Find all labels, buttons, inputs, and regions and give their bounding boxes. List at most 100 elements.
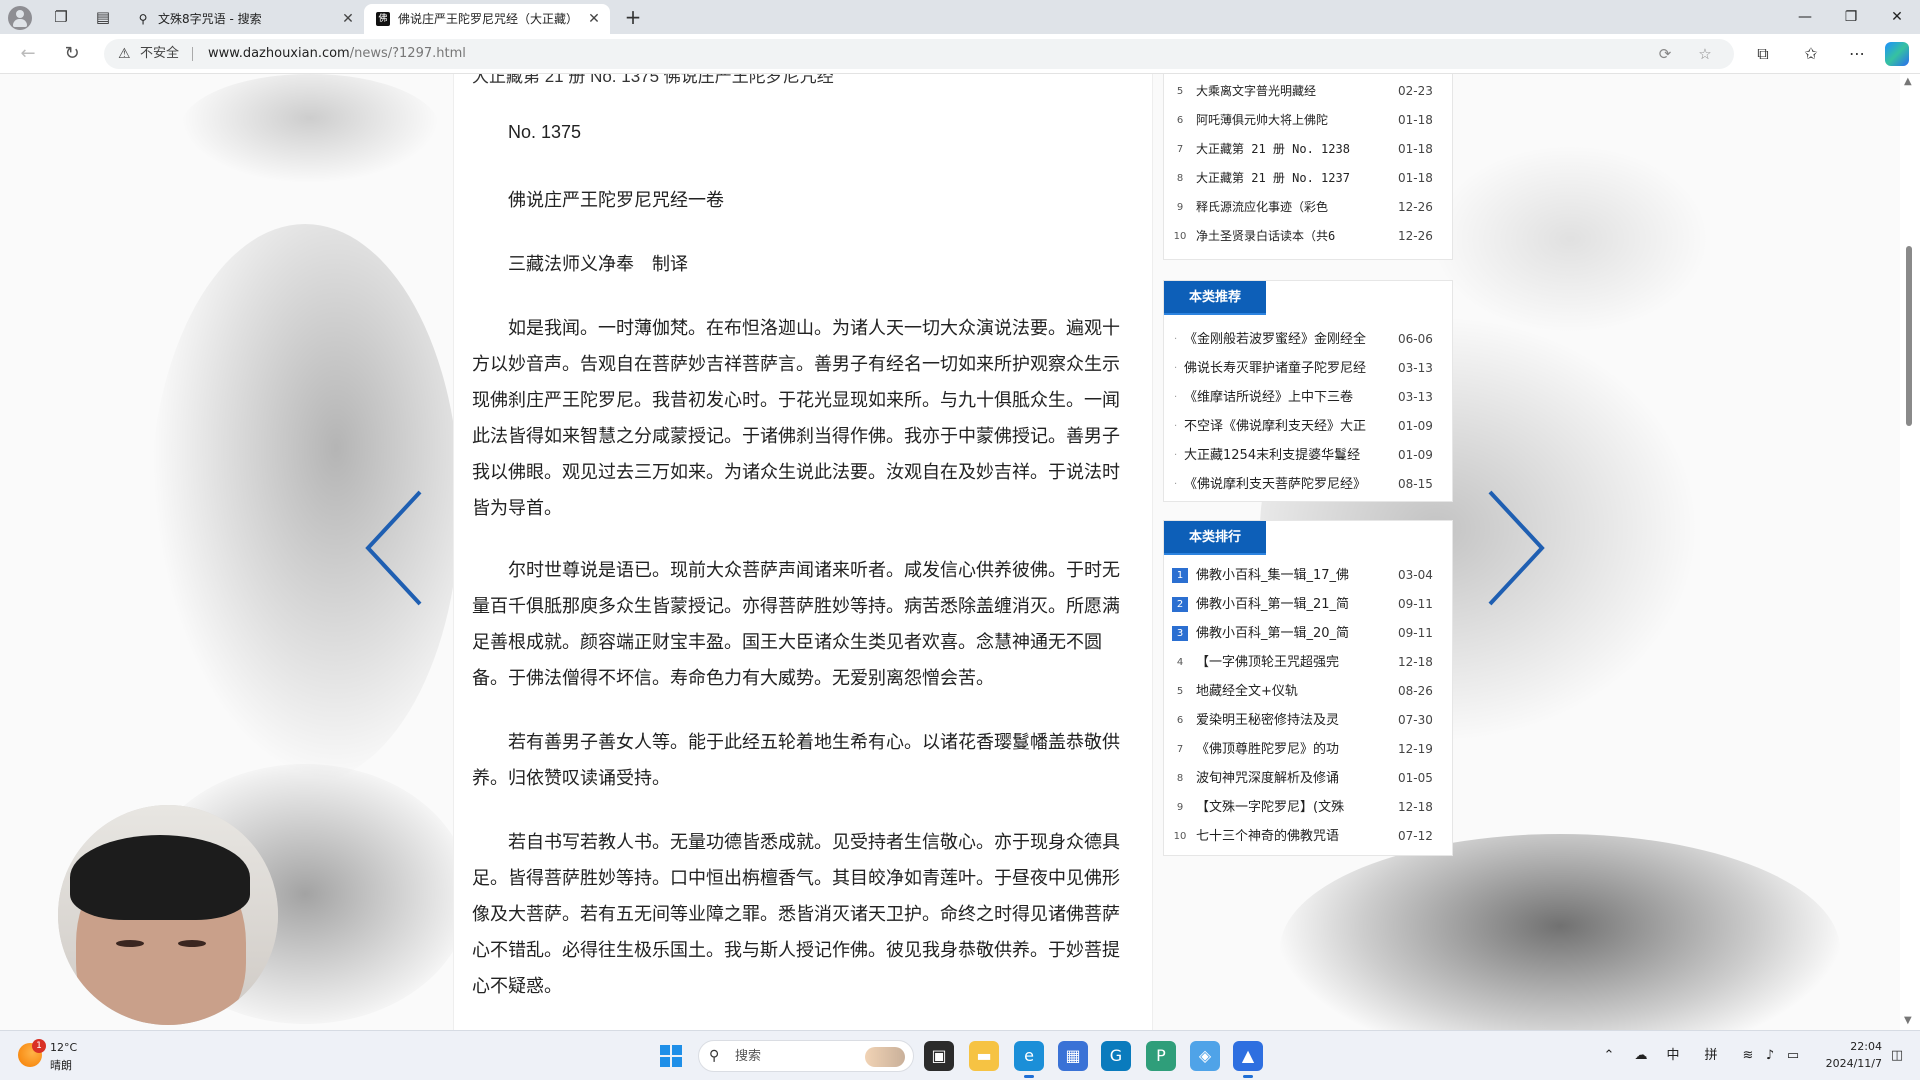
item-title[interactable]: 《佛说摩利支天菩萨陀罗尼经》	[1184, 470, 1384, 499]
list-item[interactable]: · 不空译《佛说摩利支天经》大正 01-09	[1164, 412, 1454, 441]
close-icon[interactable]: ✕	[340, 4, 356, 34]
reload-button[interactable]: ↻	[58, 42, 86, 66]
item-title[interactable]: 大正藏第 21 册 No. 1237	[1196, 164, 1381, 193]
list-item[interactable]: · 《维摩诘所说经》上中下三卷 03-13	[1164, 383, 1454, 412]
list-item[interactable]: 10 七十三个神奇的佛教咒语 07-12	[1164, 822, 1454, 851]
translate-icon[interactable]: ⟳	[1656, 45, 1674, 63]
item-title[interactable]: 不空译《佛说摩利支天经》大正	[1184, 412, 1384, 441]
recommend-box: 本类推荐 · 《金刚般若波罗蜜经》金刚经全 06-06 · 佛说长寿灭罪护诸童子陀罗尼…	[1163, 280, 1453, 502]
volume-icon[interactable]: ♪	[1760, 1045, 1780, 1067]
list-item[interactable]: 9 释氏源流应化事迹（彩色 12-26	[1164, 193, 1454, 222]
list-item[interactable]: 9 【文殊一字陀罗尼】(文殊 12-18	[1164, 793, 1454, 822]
more-options-icon[interactable]: ⋯	[1846, 43, 1868, 65]
edge-browser-icon[interactable]: e	[1014, 1041, 1044, 1078]
item-title[interactable]: 佛教小百科_集一辑_17_佛	[1196, 561, 1381, 590]
scroll-up-icon[interactable]: ▲	[1904, 76, 1912, 87]
item-title[interactable]: 大正藏1254末利支提婆华鬘经	[1184, 441, 1384, 470]
profile-icon[interactable]	[8, 6, 32, 30]
weather-condition[interactable]: 晴朗	[50, 1057, 72, 1073]
extensions-icon[interactable]: ⧉	[1752, 43, 1774, 65]
bullet-icon: ·	[1174, 450, 1178, 461]
list-item[interactable]: 1 佛教小百科_集一辑_17_佛 03-04	[1164, 561, 1454, 590]
address-bar[interactable]: ⚠ 不安全 www.dazhouxian.com/news/?1297.html…	[104, 39, 1734, 69]
list-item[interactable]: · 《佛说摩利支天菩萨陀罗尼经》 08-15	[1164, 470, 1454, 499]
next-arrow-icon[interactable]	[1488, 488, 1548, 608]
scroll-down-icon[interactable]: ▼	[1904, 1015, 1912, 1026]
minimize-button[interactable]: —	[1782, 0, 1828, 34]
app-icon[interactable]: P	[1146, 1041, 1176, 1071]
item-title[interactable]: 净土圣贤录白话读本（共6	[1196, 222, 1381, 251]
task-view-icon[interactable]: ▣	[924, 1041, 954, 1071]
app-icon[interactable]: ◈	[1190, 1041, 1220, 1071]
copilot-icon[interactable]	[1885, 42, 1909, 66]
scrollbar-thumb[interactable]	[1906, 246, 1912, 426]
item-title[interactable]: 释氏源流应化事迹（彩色	[1196, 193, 1381, 222]
favorites-icon[interactable]: ✩	[1800, 43, 1822, 65]
weather-temperature[interactable]: 12°C	[50, 1041, 77, 1054]
tab-article[interactable]: 佛 佛说庄严王陀罗尼咒经（大正藏） ✕	[364, 4, 610, 34]
item-title[interactable]: 【一字佛顶轮王咒超强完	[1196, 648, 1381, 677]
item-title[interactable]: 《佛顶尊胜陀罗尼》的功	[1196, 735, 1381, 764]
list-item[interactable]: 2 佛教小百科_第一辑_21_简 09-11	[1164, 590, 1454, 619]
item-title[interactable]: 佛教小百科_第一辑_21_简	[1196, 590, 1381, 619]
item-title[interactable]: 阿吒薄俱元帅大将上佛陀	[1196, 106, 1381, 135]
list-item[interactable]: 5 大乘离文字普光明藏经 02-23	[1164, 77, 1454, 106]
item-title[interactable]: 佛说长寿灭罪护诸童子陀罗尼经	[1184, 354, 1384, 383]
new-tab-button[interactable]: +	[620, 4, 646, 30]
favorite-star-icon[interactable]: ☆	[1696, 45, 1714, 63]
item-title[interactable]: 爱染明王秘密修持法及灵	[1196, 706, 1381, 735]
item-title[interactable]: 佛教小百科_第一辑_20_简	[1196, 619, 1381, 648]
item-title[interactable]: 七十三个神奇的佛教咒语	[1196, 822, 1381, 851]
item-title[interactable]: 地藏经全文+仪轨	[1196, 677, 1381, 706]
list-item[interactable]: 6 阿吒薄俱元帅大将上佛陀 01-18	[1164, 106, 1454, 135]
item-title[interactable]: 《维摩诘所说经》上中下三卷	[1184, 383, 1384, 412]
tab-title: 文殊8字咒语 - 搜索	[158, 12, 262, 26]
list-item[interactable]: 6 爱染明王秘密修持法及灵 07-30	[1164, 706, 1454, 735]
restore-button[interactable]: ❐	[1828, 0, 1874, 34]
store-icon[interactable]: ▦	[1058, 1041, 1088, 1071]
workspaces-icon[interactable]: ❐	[50, 7, 72, 27]
wifi-icon[interactable]: ≋	[1738, 1045, 1758, 1067]
ime-mode[interactable]: 拼	[1700, 1045, 1722, 1067]
list-item[interactable]: 7 大正藏第 21 册 No. 1238 01-18	[1164, 135, 1454, 164]
start-button[interactable]	[660, 1045, 682, 1067]
item-title[interactable]: 《金刚般若波罗蜜经》金刚经全	[1184, 325, 1384, 354]
list-item[interactable]: 10 净土圣贤录白话读本（共6 12-26	[1164, 222, 1454, 251]
item-title[interactable]: 【文殊一字陀罗尼】(文殊	[1196, 793, 1381, 822]
list-item[interactable]: 4 【一字佛顶轮王咒超强完 12-18	[1164, 648, 1454, 677]
url-text[interactable]: www.dazhouxian.com/news/?1297.html	[208, 39, 466, 69]
notification-icon[interactable]: ◫	[1888, 1047, 1906, 1065]
list-item[interactable]: 8 大正藏第 21 册 No. 1237 01-18	[1164, 164, 1454, 193]
window-close-button[interactable]: ✕	[1874, 0, 1920, 34]
page-scrollbar[interactable]: ▲ ▼	[1900, 74, 1920, 1030]
file-explorer-icon[interactable]: ▬	[969, 1041, 999, 1071]
taskbar-search[interactable]: ⚲ 搜索	[698, 1040, 914, 1072]
photos-icon[interactable]: ▲	[1233, 1041, 1263, 1078]
list-item[interactable]: · 佛说长寿灭罪护诸童子陀罗尼经 03-13	[1164, 354, 1454, 383]
back-button[interactable]: ←	[14, 42, 42, 66]
clock-date[interactable]: 2024/11/7	[1808, 1057, 1882, 1070]
list-item[interactable]: 8 波旬神咒深度解析及修诵 01-05	[1164, 764, 1454, 793]
chevron-up-icon[interactable]: ⌃	[1600, 1045, 1618, 1067]
browser-toolbar: ← ↻ ⚠ 不安全 www.dazhouxian.com/news/?1297.…	[0, 34, 1920, 74]
ime-language[interactable]: 中	[1662, 1045, 1684, 1067]
list-item[interactable]: · 《金刚般若波罗蜜经》金刚经全 06-06	[1164, 325, 1454, 354]
security-label[interactable]: 不安全	[140, 39, 179, 69]
tab-search[interactable]: ⚲ 文殊8字咒语 - 搜索 ✕	[124, 4, 364, 34]
item-title[interactable]: 大乘离文字普光明藏经	[1196, 77, 1381, 106]
vertical-tabs-icon[interactable]: ▤	[92, 7, 114, 27]
list-item[interactable]: 5 地藏经全文+仪轨 08-26	[1164, 677, 1454, 706]
app-icon[interactable]: G	[1101, 1041, 1131, 1071]
list-item[interactable]: 7 《佛顶尊胜陀罗尼》的功 12-19	[1164, 735, 1454, 764]
list-item[interactable]: · 大正藏1254末利支提婆华鬘经 01-09	[1164, 441, 1454, 470]
item-date: 01-09	[1398, 419, 1433, 433]
prev-arrow-icon[interactable]	[362, 488, 422, 608]
clock-time[interactable]: 22:04	[1820, 1040, 1882, 1053]
list-item[interactable]: 3 佛教小百科_第一辑_20_简 09-11	[1164, 619, 1454, 648]
latest-list: 5 大乘离文字普光明藏经 02-23 6 阿吒薄俱元帅大将上佛陀 01-18 7 大正藏第…	[1163, 74, 1453, 260]
close-icon[interactable]: ✕	[586, 4, 602, 34]
item-title[interactable]: 大正藏第 21 册 No. 1238	[1196, 135, 1381, 164]
cloud-icon[interactable]: ☁	[1630, 1045, 1652, 1067]
item-title[interactable]: 波旬神咒深度解析及修诵	[1196, 764, 1381, 793]
battery-icon[interactable]: ▭	[1782, 1045, 1804, 1067]
